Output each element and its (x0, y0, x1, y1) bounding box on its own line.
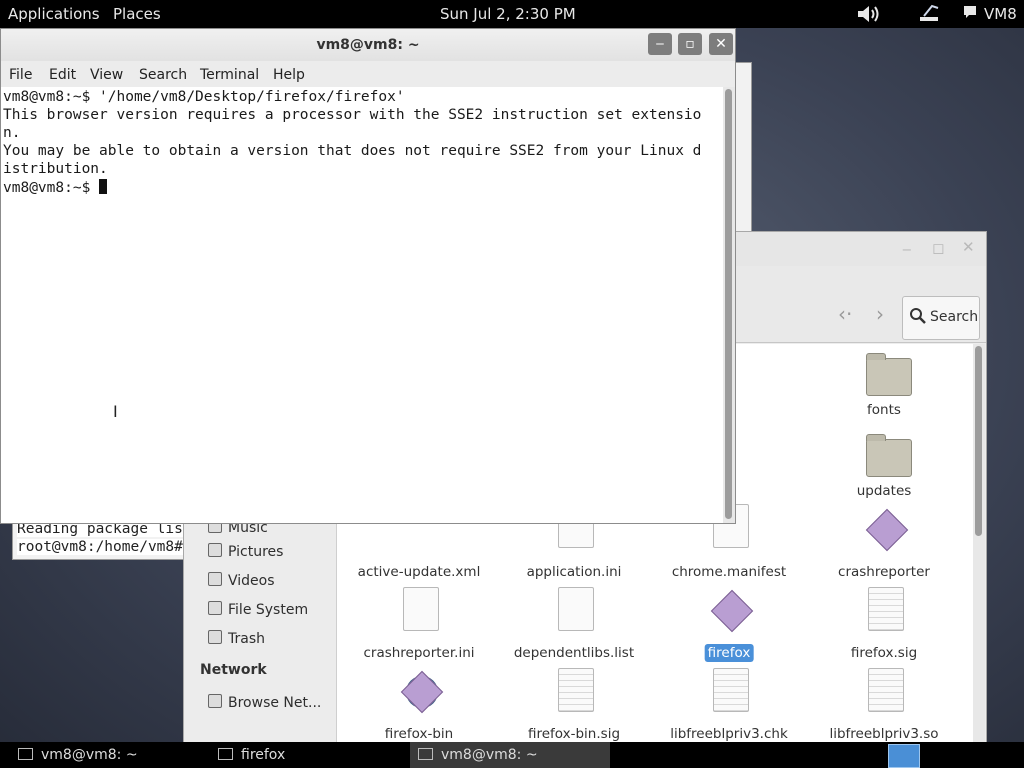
folder-icon (218, 748, 233, 760)
terminal-titlebar[interactable]: vm8@vm8: ~ ‒ ▫ ✕ (1, 29, 735, 61)
terminal-menubar: File Edit View Search Terminal Help (1, 61, 735, 87)
sidebar-header-network: Network (200, 662, 267, 678)
terminal-icon (18, 748, 33, 760)
document-icon (403, 587, 439, 631)
maximize-icon[interactable]: ▫ (678, 33, 702, 55)
places-menu[interactable]: Places (113, 5, 161, 23)
scrollbar-thumb[interactable] (975, 346, 982, 536)
terminal-line: You may be able to obtain a version that… (3, 143, 702, 159)
workspace-switcher[interactable] (888, 744, 920, 768)
close-icon[interactable]: ✕ (709, 33, 733, 55)
menu-help[interactable]: Help (273, 67, 305, 83)
executable-icon (865, 508, 909, 552)
file-grid-scrollbar[interactable] (973, 344, 985, 744)
forward-arrow-icon[interactable]: › (876, 302, 884, 326)
trash-icon (208, 630, 222, 644)
search-icon (909, 307, 927, 329)
search-label: Search (930, 309, 979, 325)
volume-icon[interactable] (856, 4, 882, 28)
text-file-icon (713, 668, 749, 712)
menu-terminal[interactable]: Terminal (200, 67, 259, 83)
pictures-icon (208, 543, 222, 557)
document-icon (558, 587, 594, 631)
terminal-icon (418, 748, 433, 760)
terminal-scrollbar[interactable] (723, 87, 735, 523)
terminal-prompt-line: vm8@vm8:~$ (3, 179, 108, 196)
window-title: vm8@vm8: ~ (316, 37, 420, 53)
menu-edit[interactable]: Edit (49, 67, 76, 83)
user-menu[interactable]: VM8 (984, 5, 1017, 23)
sidebar-item-videos[interactable]: Videos (208, 572, 275, 589)
top-panel: Applications Places Sun Jul 2, 2:30 PM V… (0, 0, 1024, 28)
scrollbar-thumb[interactable] (725, 89, 732, 519)
menu-file[interactable]: File (9, 67, 32, 83)
back-arrow-icon[interactable]: ‹· (838, 302, 852, 326)
executable-icon (710, 589, 754, 633)
window-list-panel: vm8@vm8: ~ firefox vm8@vm8: ~ (0, 742, 1024, 768)
search-button[interactable]: Search (902, 296, 980, 340)
maximize-icon[interactable]: ◻ (932, 239, 944, 257)
text-file-icon (868, 668, 904, 712)
close-icon[interactable]: ✕ (962, 238, 975, 256)
terminal-line: This browser version requires a processo… (3, 107, 702, 123)
chat-icon[interactable] (962, 4, 978, 24)
text-file-icon (558, 668, 594, 712)
network-icon[interactable] (918, 4, 942, 28)
menu-view[interactable]: View (90, 67, 123, 83)
sidebar-item-file-system[interactable]: File System (208, 601, 308, 618)
terminal-line: vm8@vm8:~$ '/home/vm8/Desktop/firefox/fi… (3, 89, 405, 105)
taskbar-item-firefox-folder[interactable]: firefox (210, 742, 405, 768)
videos-icon (208, 572, 222, 586)
taskbar-item-terminal[interactable]: vm8@vm8: ~ (10, 742, 205, 768)
applications-menu[interactable]: Applications (8, 5, 100, 23)
minimize-icon[interactable]: ‒ (648, 33, 672, 55)
terminal-line: istribution. (3, 161, 108, 177)
terminal-window[interactable]: vm8@vm8: ~ ‒ ▫ ✕ File Edit View Search T… (0, 28, 736, 524)
sidebar-item-browse-network[interactable]: Browse Net... (208, 694, 321, 711)
folder-icon (866, 353, 912, 396)
text-file-icon (868, 587, 904, 631)
network-icon (208, 694, 222, 708)
executable-icon (400, 670, 444, 714)
text-cursor (99, 179, 108, 194)
menu-search[interactable]: Search (139, 67, 187, 83)
drive-icon (208, 601, 222, 615)
sidebar-item-pictures[interactable]: Pictures (208, 543, 283, 560)
terminal-prompt: vm8@vm8:~$ (3, 180, 100, 196)
back-terminal-line: root@vm8:/home/vm8# (17, 539, 183, 555)
minimize-icon[interactable]: ‒ (902, 240, 912, 258)
terminal-output[interactable]: vm8@vm8:~$ '/home/vm8/Desktop/firefox/fi… (1, 87, 723, 523)
taskbar-item-terminal-active[interactable]: vm8@vm8: ~ (410, 742, 610, 768)
ibeam-cursor-icon: I (113, 402, 118, 421)
terminal-line: n. (3, 125, 21, 141)
sidebar-item-trash[interactable]: Trash (208, 630, 265, 647)
clock[interactable]: Sun Jul 2, 2:30 PM (440, 5, 576, 23)
folder-icon (866, 434, 912, 477)
